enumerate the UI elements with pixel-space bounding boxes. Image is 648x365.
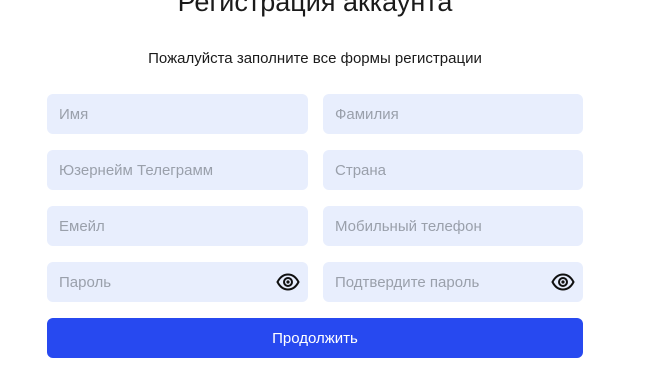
email-input[interactable] xyxy=(47,206,308,246)
confirm-password-input[interactable] xyxy=(323,262,583,302)
telegram-username-field xyxy=(47,150,308,190)
eye-icon-svg xyxy=(276,273,300,291)
first-name-input[interactable] xyxy=(47,94,308,134)
password-field xyxy=(47,262,308,302)
page-title: Регистрация аккаунта xyxy=(177,0,453,17)
password-input[interactable] xyxy=(47,262,308,302)
country-input[interactable] xyxy=(323,150,583,190)
email-field xyxy=(47,206,308,246)
confirm-password-field xyxy=(323,262,583,302)
eye-icon[interactable] xyxy=(551,271,575,293)
eye-icon-svg xyxy=(551,273,575,291)
page-subtitle: Пожалуйста заполните все формы регистрац… xyxy=(148,50,482,67)
first-name-field xyxy=(47,94,308,134)
continue-button[interactable]: Продолжить xyxy=(47,318,583,358)
telegram-username-input[interactable] xyxy=(47,150,308,190)
last-name-input[interactable] xyxy=(323,94,583,134)
last-name-field xyxy=(323,94,583,134)
phone-input[interactable] xyxy=(323,206,583,246)
eye-icon[interactable] xyxy=(276,271,300,293)
registration-page: Регистрация аккаунта Пожалуйста заполнит… xyxy=(0,0,648,365)
phone-field xyxy=(323,206,583,246)
country-field xyxy=(323,150,583,190)
